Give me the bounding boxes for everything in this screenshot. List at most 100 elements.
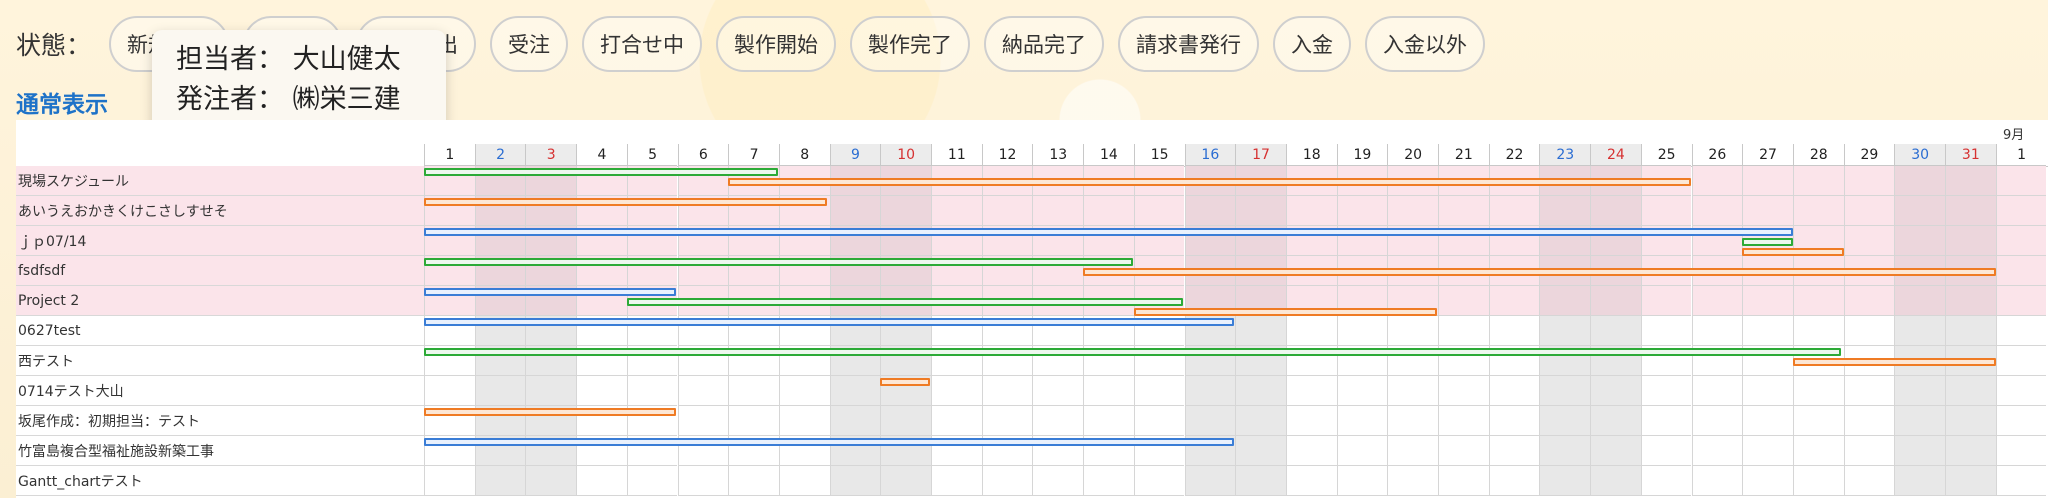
gantt-cell <box>1387 406 1438 436</box>
schedule-bar[interactable] <box>424 258 1133 266</box>
day-header-7: 7 <box>728 144 779 166</box>
gantt-cell <box>880 196 931 226</box>
gantt-cell <box>1995 346 2047 376</box>
gantt-cell <box>981 406 1033 436</box>
schedule-bar[interactable] <box>424 348 1842 356</box>
month-label: 9月 <box>2003 128 2025 143</box>
project-name-row[interactable]: 現場スケジュール <box>16 166 424 196</box>
schedule-bar[interactable] <box>424 318 1235 326</box>
gantt-cell <box>1843 226 1895 256</box>
gantt-cell <box>1336 436 1388 466</box>
gantt-cell <box>1640 286 1692 316</box>
gantt-cell <box>1843 286 1895 316</box>
gantt-cell <box>1488 376 1540 406</box>
gantt-cell <box>880 406 931 436</box>
gantt-cell <box>1843 196 1895 226</box>
project-name-row[interactable]: Gantt_chartテスト <box>16 466 424 496</box>
day-header-22: 22 <box>1488 144 1540 166</box>
status-pill-production-complete[interactable]: 製作完了 <box>850 16 971 72</box>
gantt-cell <box>1539 406 1591 436</box>
gantt-cell <box>1133 376 1185 406</box>
day-header-12: 12 <box>981 144 1033 166</box>
gantt-cell <box>931 376 982 406</box>
schedule-bar[interactable] <box>424 198 828 206</box>
project-name-row[interactable]: 0714テスト大山 <box>16 376 424 406</box>
day-header-2: 2 <box>474 144 526 166</box>
gantt-cell <box>1235 466 1286 496</box>
gantt-cell <box>1742 196 1793 226</box>
schedule-bar[interactable] <box>1742 238 1793 246</box>
gantt-cell <box>1488 436 1540 466</box>
gantt-cell <box>1792 436 1844 466</box>
schedule-bar[interactable] <box>424 408 677 416</box>
gantt-cell <box>1742 316 1793 346</box>
gantt-cell <box>1438 316 1489 346</box>
gantt-cell <box>1894 196 1945 226</box>
gantt-cell <box>1083 406 1134 436</box>
gantt-cell <box>1184 376 1236 406</box>
schedule-bar[interactable] <box>626 298 1184 306</box>
status-pill-payment[interactable]: 入金 <box>1273 16 1352 72</box>
status-pill-non-payment[interactable]: 入金以外 <box>1365 16 1486 72</box>
gantt-cell <box>1640 466 1692 496</box>
status-pill-order-received[interactable]: 受注 <box>490 16 569 72</box>
gantt-cell <box>1438 436 1489 466</box>
gantt-cell <box>576 376 627 406</box>
day-header-29: 29 <box>1843 144 1895 166</box>
gantt-cell <box>728 406 779 436</box>
status-pill-production-start[interactable]: 製作開始 <box>716 16 837 72</box>
gantt-cell <box>474 466 526 496</box>
gantt-cell <box>1336 196 1388 226</box>
day-header-6: 6 <box>677 144 729 166</box>
project-name-row[interactable]: ｊｐ07/14 <box>16 226 424 256</box>
schedule-bar[interactable] <box>424 168 778 176</box>
gantt-cell <box>778 466 830 496</box>
status-pill-meeting[interactable]: 打合せ中 <box>582 16 703 72</box>
gantt-cell <box>1945 316 1996 346</box>
gantt-cell <box>1488 466 1540 496</box>
schedule-bar[interactable] <box>728 178 1692 186</box>
schedule-bar[interactable] <box>1792 358 1996 366</box>
gantt-cell <box>1995 466 2047 496</box>
status-label: 状態： <box>16 31 92 60</box>
gantt-cell <box>1133 196 1185 226</box>
project-name-row[interactable]: fsdfsdf <box>16 256 424 286</box>
status-pill-invoice-issued[interactable]: 請求書発行 <box>1118 16 1260 72</box>
schedule-bar[interactable] <box>1083 268 1996 276</box>
project-name-row[interactable]: 0627test <box>16 316 424 346</box>
schedule-bar[interactable] <box>880 378 930 386</box>
gantt-cell <box>1945 286 1996 316</box>
schedule-bar[interactable] <box>424 228 1793 236</box>
gantt-cell <box>1995 196 2047 226</box>
project-name-row[interactable]: 坂尾作成：初期担当：テスト <box>16 406 424 436</box>
gantt-cell <box>1995 316 2047 346</box>
project-name-row[interactable]: 竹富島複合型福祉施設新築工事 <box>16 436 424 466</box>
project-name-row[interactable]: Project 2 <box>16 286 424 316</box>
schedule-bar[interactable] <box>424 288 677 296</box>
gantt-cell <box>728 376 779 406</box>
project-name-row[interactable]: 西テスト <box>16 346 424 376</box>
day-header-1: 1 <box>424 144 475 166</box>
gantt-cell <box>525 376 577 406</box>
schedule-bar[interactable] <box>424 438 1235 446</box>
gantt-cell <box>1387 316 1438 346</box>
gantt-cell <box>525 466 577 496</box>
day-header-3: 3 <box>525 144 577 166</box>
day-header-14: 14 <box>1083 144 1134 166</box>
schedule-bar[interactable] <box>1133 308 1437 316</box>
gantt-cell <box>1894 376 1945 406</box>
gantt-cell <box>424 466 475 496</box>
project-name-row[interactable]: あいうえおかきくけこさしすせそ <box>16 196 424 226</box>
gantt-cell <box>1843 316 1895 346</box>
gantt-cell <box>1285 406 1337 436</box>
gantt-cell <box>1336 316 1388 346</box>
gantt-cell <box>1235 316 1286 346</box>
status-pill-delivery-complete[interactable]: 納品完了 <box>984 16 1105 72</box>
gantt-cell <box>829 406 881 436</box>
schedule-bar[interactable] <box>1742 248 1844 256</box>
gantt-cell <box>1691 286 1743 316</box>
project-name-column: 現場スケジュール あいうえおかきくけこさしすせそ ｊｐ07/14 fsdfsdf Pro… <box>16 120 424 498</box>
gantt-cell <box>1843 436 1895 466</box>
day-header-23: 23 <box>1539 144 1591 166</box>
gantt-cell <box>677 376 729 406</box>
